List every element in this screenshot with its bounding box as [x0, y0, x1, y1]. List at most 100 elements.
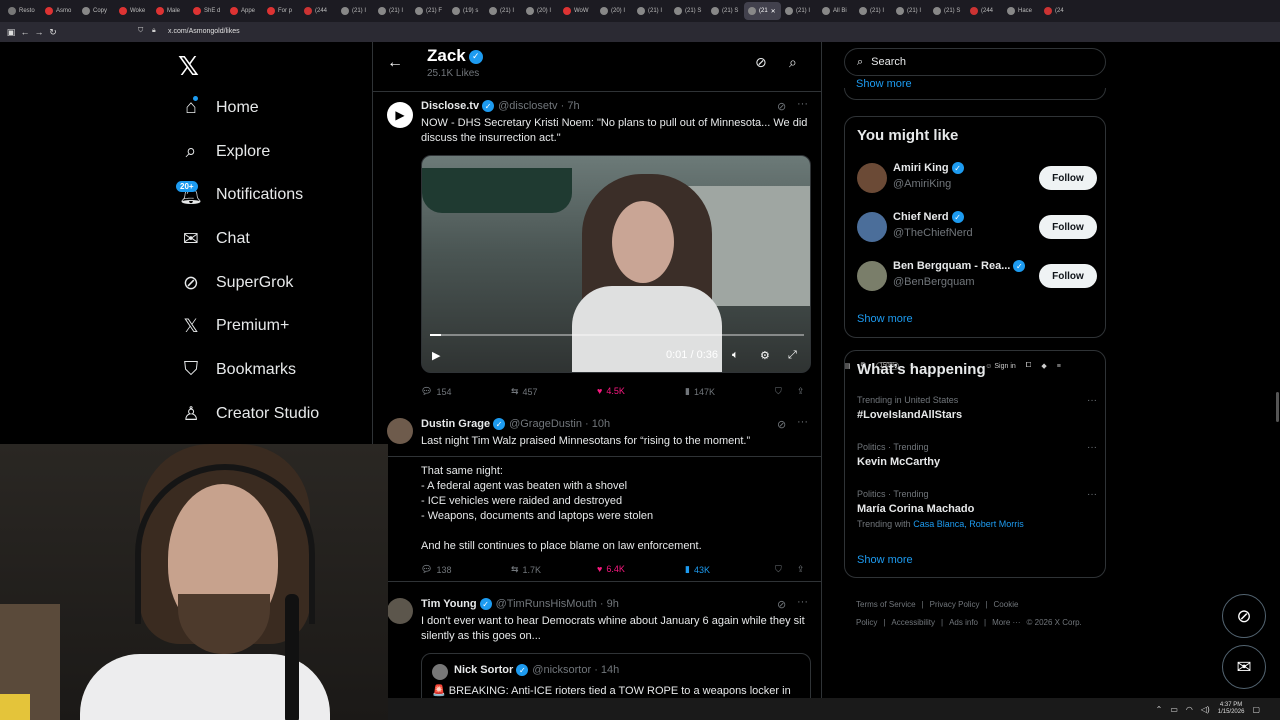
account-name[interactable]: Ben Bergquam - Rea... ✓: [893, 260, 1026, 273]
avatar[interactable]: [857, 261, 887, 291]
search-input[interactable]: ⌕ Search: [844, 48, 1106, 76]
browser-tab[interactable]: Resto: [4, 2, 41, 20]
trend-item[interactable]: Politics · Trending María Corina Machado ·…: [857, 489, 1097, 529]
browser-tab[interactable]: Copy: [78, 2, 115, 20]
browser-tab[interactable]: (19) s: [448, 2, 485, 20]
trend-item[interactable]: Politics · Trending Kevin McCarthy ···: [857, 442, 1097, 468]
scrollbar[interactable]: [1276, 392, 1279, 422]
repost-button[interactable]: ⇆ 1.7K: [511, 564, 541, 575]
account-handle[interactable]: @TheChiefNerd: [893, 227, 973, 239]
browser-tab[interactable]: (244: [966, 2, 1003, 20]
show-more-link[interactable]: Show more: [857, 313, 913, 325]
tray-chevron-icon[interactable]: ⌃: [1156, 705, 1163, 714]
nav-item-explore[interactable]: ⌕ Explore: [180, 138, 271, 166]
follow-button[interactable]: Follow: [1039, 166, 1097, 190]
show-more-link[interactable]: Show more: [856, 78, 912, 90]
browser-tab[interactable]: (21) I: [374, 2, 411, 20]
wifi-icon[interactable]: ◠: [1186, 705, 1193, 714]
author-handle[interactable]: @TimRunsHisMouth · 9h: [496, 598, 619, 610]
nav-item-chat[interactable]: ✉ Chat: [180, 225, 250, 253]
browser-tab[interactable]: (21) I: [337, 2, 374, 20]
author-name[interactable]: Disclose.tv: [421, 100, 479, 112]
more-icon[interactable]: ···: [1087, 489, 1097, 500]
suggested-account[interactable]: Amiri King ✓ @AmiriKing Follow: [857, 161, 1097, 197]
tweet[interactable]: Dustin Grage ✓ @GrageDustin · 10h ⊘ ··· La…: [373, 408, 821, 582]
avatar[interactable]: [857, 212, 887, 242]
browser-tab[interactable]: (21) I: [855, 2, 892, 20]
network-icon[interactable]: ▭: [1170, 705, 1178, 714]
browser-tab[interactable]: For p: [263, 2, 300, 20]
footer-link[interactable]: Privacy Policy: [930, 600, 980, 609]
grok-icon[interactable]: ⊘: [777, 598, 786, 611]
sidebar-toggle-icon[interactable]: ▣: [4, 27, 18, 38]
account-name[interactable]: Amiri King ✓: [893, 162, 964, 175]
bookmark-icon[interactable]: ⛉: [775, 564, 782, 575]
play-icon[interactable]: ▶: [432, 349, 440, 362]
browser-tab[interactable]: Asmo: [41, 2, 78, 20]
volume-icon[interactable]: ◁): [1201, 705, 1210, 714]
browser-tab[interactable]: (21) S: [929, 2, 966, 20]
back-icon[interactable]: ←: [18, 27, 32, 37]
avatar[interactable]: [387, 598, 413, 624]
footer-link[interactable]: © 2026 X Corp.: [1027, 618, 1082, 627]
reply-button[interactable]: 💬︎ 138: [421, 564, 451, 575]
url-field[interactable]: x.com/Asmongold/likes: [168, 28, 240, 35]
views-button[interactable]: ▮ 147K: [685, 386, 715, 397]
footer-link[interactable]: Accessibility: [891, 618, 935, 627]
browser-tab[interactable]: (244: [300, 2, 337, 20]
browser-tab[interactable]: (21) S: [707, 2, 744, 20]
account-name[interactable]: Chief Nerd ✓: [893, 211, 964, 224]
browser-tab[interactable]: (21) I: [892, 2, 929, 20]
footer-link[interactable]: Ads info: [949, 618, 978, 627]
share-icon[interactable]: ⇪: [797, 564, 805, 575]
more-icon[interactable]: ···: [1087, 442, 1097, 453]
account-handle[interactable]: @AmiriKing: [893, 178, 951, 190]
browser-tab[interactable]: (21) S: [670, 2, 707, 20]
nav-item-supergrok[interactable]: ⊘ SuperGrok: [180, 269, 293, 297]
browser-tab[interactable]: (21) I: [485, 2, 522, 20]
volume-icon[interactable]: 🔈︎: [732, 349, 739, 362]
browser-tab[interactable]: Male: [152, 2, 189, 20]
nav-item-premium[interactable]: 𝕏 Premium+: [180, 312, 289, 340]
browser-tab[interactable]: (24: [1040, 2, 1077, 20]
author-name[interactable]: Tim Young: [421, 598, 477, 610]
author-handle[interactable]: @GrageDustin · 10h: [509, 418, 610, 430]
nav-item-bookmarks[interactable]: ⛉ Bookmarks: [180, 356, 296, 384]
browser-tab[interactable]: (21) I: [633, 2, 670, 20]
fullscreen-icon[interactable]: ⤢: [788, 349, 797, 362]
browser-tab[interactable]: (21 ✕: [744, 2, 781, 20]
browser-tab[interactable]: WoW: [559, 2, 596, 20]
browser-tab[interactable]: Hace: [1003, 2, 1040, 20]
account-handle[interactable]: @BenBergquam: [893, 276, 975, 288]
nav-item-notifications[interactable]: 🔔︎ Notifications: [179, 181, 303, 209]
avatar[interactable]: [387, 418, 413, 444]
footer-link[interactable]: Terms of Service: [856, 600, 916, 609]
browser-tab[interactable]: ShE d: [189, 2, 226, 20]
reload-icon[interactable]: ↻: [46, 27, 60, 38]
shield-icon[interactable]: ⛉: [138, 27, 143, 35]
forward-icon[interactable]: →: [32, 27, 46, 37]
clock[interactable]: 4:37 PM 1/15/2026: [1218, 702, 1245, 716]
messages-fab-icon[interactable]: ✉: [1222, 645, 1266, 689]
browser-tab[interactable]: (21) F: [411, 2, 448, 20]
browser-tab[interactable]: (21) I: [781, 2, 818, 20]
nav-item-home[interactable]: ⌂ Home: [180, 94, 258, 122]
browser-tab[interactable]: Woke: [115, 2, 152, 20]
grok-icon[interactable]: ⊘: [777, 418, 786, 431]
like-button[interactable]: ♥ 6.4K: [597, 564, 625, 574]
share-icon[interactable]: ⇪: [797, 386, 805, 397]
follow-button[interactable]: Follow: [1039, 264, 1097, 288]
video-player[interactable]: ▶ 0:01 / 0:36 🔈︎ ⚙ ⤢: [421, 155, 811, 373]
browser-tab[interactable]: (20) I: [522, 2, 559, 20]
search-icon[interactable]: ⌕: [789, 54, 797, 71]
back-arrow-icon[interactable]: ←: [387, 54, 403, 72]
author-handle[interactable]: @disclosetv · 7h: [498, 100, 579, 112]
more-icon[interactable]: ···: [797, 416, 808, 428]
avatar[interactable]: [857, 163, 887, 193]
tab-close-icon[interactable]: ✕: [771, 8, 776, 15]
grok-icon[interactable]: ⊘: [755, 54, 767, 71]
browser-tab[interactable]: (20) I: [596, 2, 633, 20]
video-progress-bar[interactable]: [430, 334, 804, 336]
footer-link[interactable]: More ···: [992, 618, 1020, 627]
grok-icon[interactable]: ⊘: [777, 100, 786, 113]
